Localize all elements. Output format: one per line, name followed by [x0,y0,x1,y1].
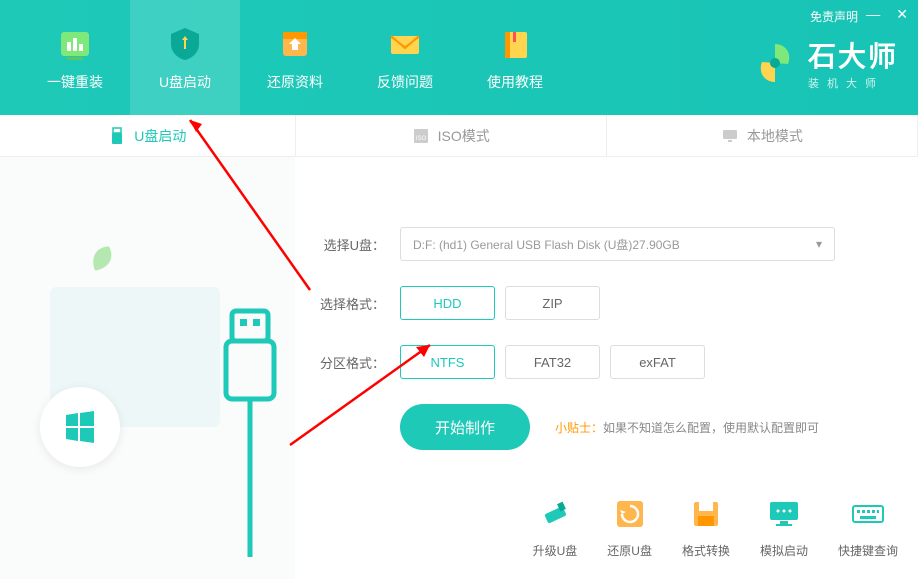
tab-feedback[interactable]: 反馈问题 [350,0,460,115]
form-panel: 选择U盘： D:F: (hd1) General USB Flash Disk … [295,157,918,579]
row-select-usb: 选择U盘： D:F: (hd1) General USB Flash Disk … [315,227,878,261]
action-shortcut-query[interactable]: 快捷键查询 [838,494,898,559]
windows-badge [40,387,120,467]
chevron-down-icon: ▾ [816,237,822,251]
header-bar: 免责声明 — ✕ 一键重装 U盘启动 还原资料 反馈问题 [0,0,918,115]
minimize-button[interactable]: — [866,6,880,23]
illustration-panel [0,157,295,579]
partition-ntfs-button[interactable]: NTFS [400,345,495,379]
format-hdd-button[interactable]: HDD [400,286,495,320]
usb-cable-icon [220,307,280,557]
tip-label: 小贴士： [555,421,603,435]
tip-body: 如果不知道怎么配置，使用默认配置即可 [603,421,819,435]
tab-label: 还原资料 [267,72,323,92]
action-simulate-boot[interactable]: 模拟启动 [760,494,808,559]
refresh-box-icon [610,494,650,534]
format-zip-button[interactable]: ZIP [505,286,600,320]
bottom-label: 模拟启动 [760,542,808,559]
floppy-icon [686,494,726,534]
row-partition: 分区格式： NTFS FAT32 exFAT [315,345,878,379]
main-nav: 一键重装 U盘启动 还原资料 反馈问题 使用教程 [0,0,570,115]
tab-label: 使用教程 [487,72,543,92]
tab-usb-boot[interactable]: U盘启动 [130,0,240,115]
shield-usb-icon [165,24,205,64]
label-select-usb: 选择U盘： [315,235,385,254]
usb-drive-select[interactable]: D:F: (hd1) General USB Flash Disk (U盘)27… [400,227,835,261]
tab-tutorial[interactable]: 使用教程 [460,0,570,115]
iso-icon: ISO [412,127,430,145]
row-format: 选择格式： HDD ZIP [315,286,878,320]
window-controls: — ✕ [866,6,908,23]
book-icon [495,24,535,64]
keyboard-icon [848,494,888,534]
subtab-local-mode[interactable]: 本地模式 [607,115,918,156]
action-restore-usb[interactable]: 还原U盘 [607,494,652,559]
bottom-label: 快捷键查询 [838,542,898,559]
sub-tabs: U盘启动 ISO ISO模式 本地模式 [0,115,918,157]
svg-text:ISO: ISO [416,136,427,142]
partition-fat32-button[interactable]: FAT32 [505,345,600,379]
usb-icon [108,127,126,145]
content-area: 选择U盘： D:F: (hd1) General USB Flash Disk … [0,157,918,579]
disclaimer-link[interactable]: 免责声明 [810,8,858,25]
close-button[interactable]: ✕ [896,6,908,23]
subtab-iso-mode[interactable]: ISO ISO模式 [296,115,607,156]
bottom-label: 升级U盘 [533,542,578,559]
action-upgrade-usb[interactable]: 升级U盘 [533,494,578,559]
tab-restore-data[interactable]: 还原资料 [240,0,350,115]
windows-icon [62,409,98,445]
tab-label: U盘启动 [159,72,211,92]
subtab-label: 本地模式 [747,126,803,146]
label-partition: 分区格式： [315,353,385,372]
partition-exfat-button[interactable]: exFAT [610,345,705,379]
brand-logo: 石大师 装机大师 [752,35,898,91]
monitor-icon [721,127,739,145]
subtab-label: ISO模式 [438,126,490,146]
bar-chart-icon [55,24,95,64]
upload-box-icon [275,24,315,64]
bottom-label: 格式转换 [682,542,730,559]
action-row: 开始制作 小贴士：如果不知道怎么配置，使用默认配置即可 [400,404,878,450]
monitor-dots-icon [764,494,804,534]
mail-icon [385,24,425,64]
tip-text: 小贴士：如果不知道怎么配置，使用默认配置即可 [555,419,819,436]
label-format: 选择格式： [315,294,385,313]
subtab-usb-boot[interactable]: U盘启动 [0,115,296,156]
bottom-toolbar: 升级U盘 还原U盘 格式转换 模拟启动 快捷键查询 [533,494,898,559]
select-value: D:F: (hd1) General USB Flash Disk (U盘)27… [413,236,680,253]
action-format-convert[interactable]: 格式转换 [682,494,730,559]
start-create-button[interactable]: 开始制作 [400,404,530,450]
brand-subtitle: 装机大师 [808,75,898,91]
tab-label: 反馈问题 [377,72,433,92]
bottom-label: 还原U盘 [607,542,652,559]
usb-angled-icon [535,494,575,534]
tab-label: 一键重装 [47,72,103,92]
leaf-icon [80,242,120,282]
subtab-label: U盘启动 [134,126,186,146]
logo-icon [752,40,798,86]
tab-oneclick-reinstall[interactable]: 一键重装 [20,0,130,115]
brand-title: 石大师 [808,35,898,75]
